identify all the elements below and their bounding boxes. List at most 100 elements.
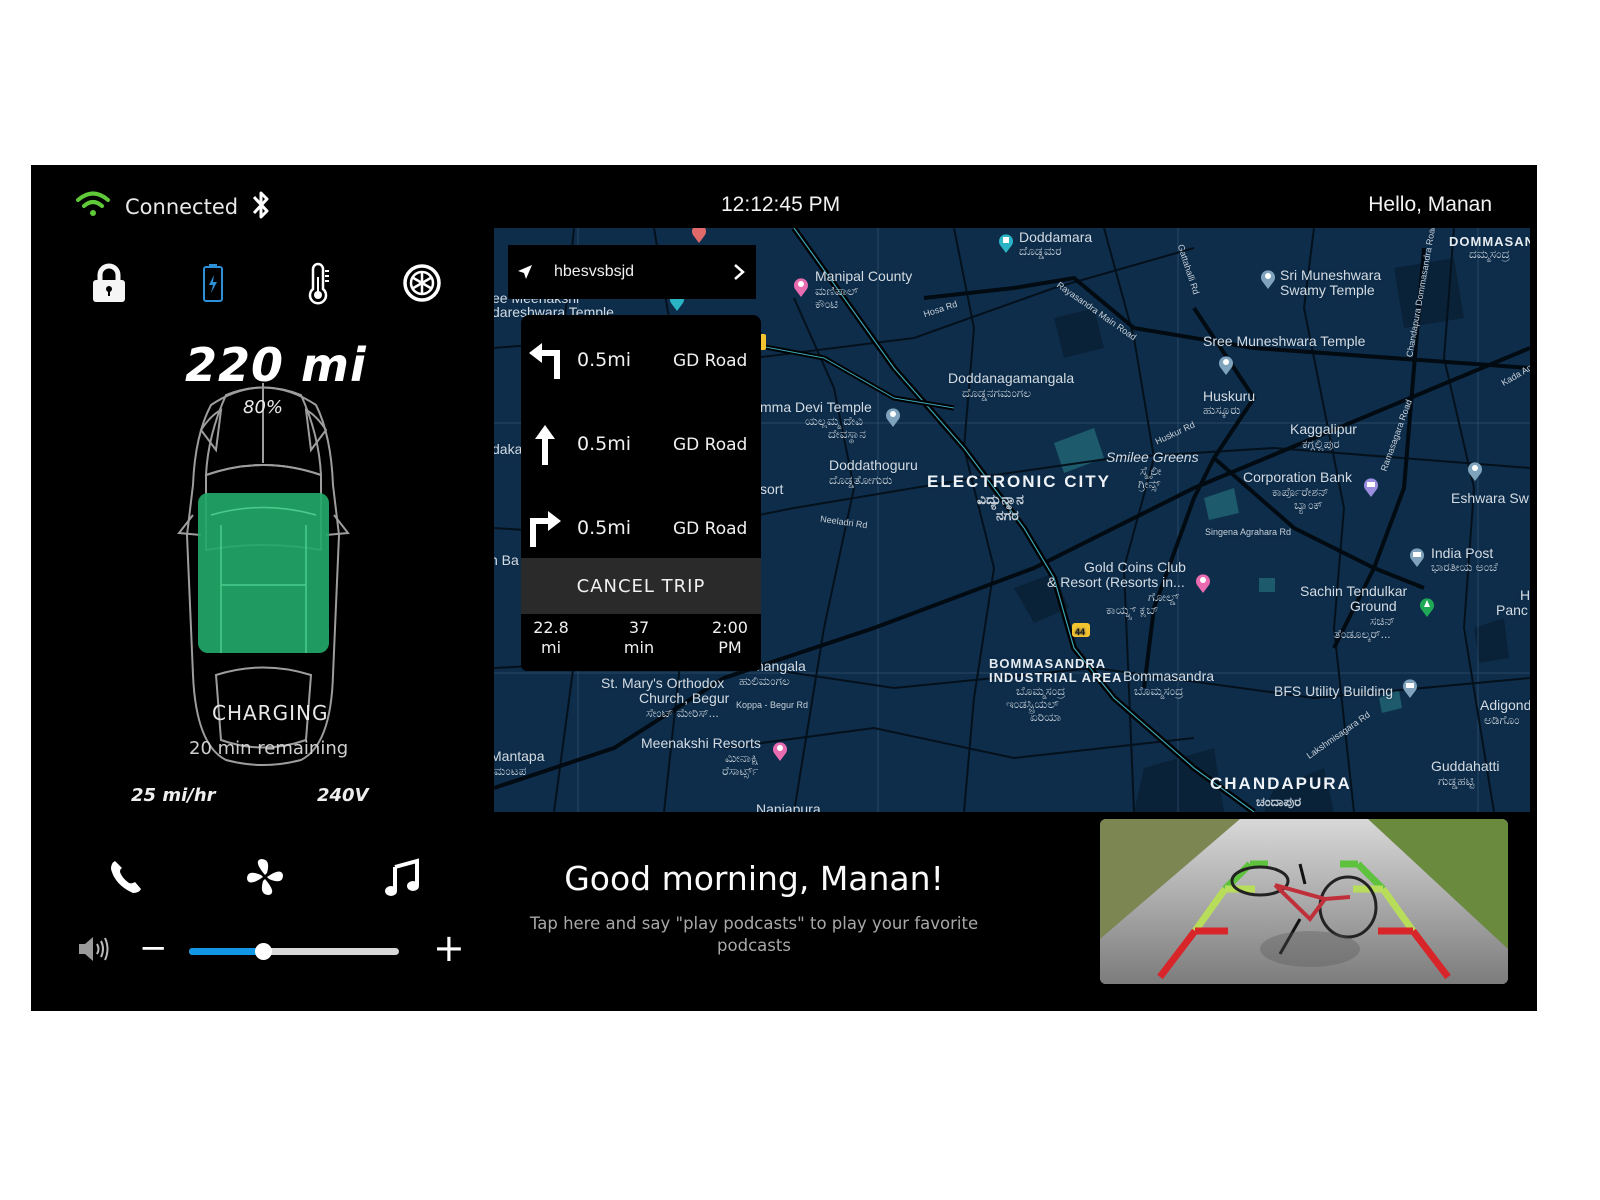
trip-duration: 37 min bbox=[609, 618, 669, 658]
trip-eta: 2:00 PM bbox=[700, 618, 760, 658]
music-button[interactable] bbox=[381, 855, 425, 899]
charge-time-remaining: 20 min remaining bbox=[189, 738, 349, 759]
resort-pin-icon[interactable] bbox=[771, 740, 789, 762]
road-label: Koppa - Begur Rd bbox=[736, 700, 809, 710]
map-label: ಮಂಟಪ bbox=[494, 764, 527, 778]
map-label: ದಮ್ಮಸಂದ್ರ bbox=[1469, 247, 1510, 261]
rear-camera-view[interactable] bbox=[1100, 819, 1508, 984]
bluetooth-icon[interactable] bbox=[250, 189, 272, 221]
lock-button[interactable] bbox=[87, 261, 131, 305]
step-distance: 0.5mi bbox=[577, 349, 632, 371]
map-label: Huskuru bbox=[1203, 388, 1256, 404]
bank-pin-icon[interactable] bbox=[1362, 476, 1380, 498]
map-label: ELECTRONIC CITY bbox=[927, 472, 1111, 491]
temperature-button[interactable] bbox=[296, 261, 340, 305]
step-road: GD Road bbox=[673, 435, 748, 455]
volume-down-button[interactable]: − bbox=[139, 931, 168, 965]
voice-assistant-hint[interactable]: Tap here and say "play podcasts" to play… bbox=[511, 913, 997, 957]
map-label: CHANDAPURA bbox=[1210, 774, 1352, 793]
tire-pressure-button[interactable] bbox=[400, 261, 444, 305]
map-label: ದೊಡ್ಡತೋಗುರು bbox=[829, 473, 893, 487]
charge-rate: 25 mi/hr bbox=[131, 785, 216, 806]
map-label: ಕೌಂಟಿ bbox=[815, 297, 839, 311]
route-step[interactable]: 0.5mi GD Road bbox=[521, 487, 761, 567]
map-label: Sri Muneshwara bbox=[1280, 267, 1382, 283]
route-step[interactable]: 0.5mi GD Road bbox=[521, 403, 761, 483]
fan-icon bbox=[247, 859, 283, 895]
clock: 12:12:45 PM bbox=[721, 193, 841, 216]
map-label: & Resort (Resorts in... bbox=[1047, 574, 1185, 590]
map-label: Doddanagamangala bbox=[948, 370, 1075, 386]
climate-fan-button[interactable] bbox=[243, 855, 287, 899]
map-label: ಕಗ್ಗಲ್ಲಿಪುರ bbox=[1302, 437, 1340, 451]
chevron-right-icon[interactable] bbox=[732, 263, 746, 281]
map-label: Kaggalipur bbox=[1290, 421, 1357, 437]
map-label: Corporation Bank bbox=[1243, 469, 1352, 485]
temple-pin-icon[interactable] bbox=[1259, 268, 1277, 290]
park-pin-icon[interactable] bbox=[1418, 596, 1436, 618]
battery-percent: 80% bbox=[243, 397, 284, 418]
temple-pin-icon[interactable] bbox=[884, 406, 902, 428]
map-label: ಬ್ಯಾಂಕ್ bbox=[1294, 498, 1323, 512]
map-label: ಅಡಿಗೊಂ bbox=[1484, 713, 1520, 727]
step-road: GD Road bbox=[673, 519, 748, 539]
map-label: Sachin Tendulkar bbox=[1300, 583, 1408, 599]
map-label: ಏರಿಯಾ bbox=[1030, 710, 1062, 724]
map-label: ಕಾಯ್ನ್ಸ್ ಕ್ಲಬ್ bbox=[1106, 603, 1159, 617]
temple-pin-icon[interactable] bbox=[1217, 354, 1235, 376]
music-note-icon bbox=[385, 858, 419, 896]
map-label: BFS Utility Building bbox=[1274, 683, 1394, 699]
map-label: ಹುಸ್ಕೂರು bbox=[1203, 403, 1241, 417]
map-label: Manipal County bbox=[815, 268, 913, 284]
map-label: Ground bbox=[1350, 598, 1397, 614]
map-label: BOMMASANDRA bbox=[989, 656, 1107, 671]
map-label: ಭಾರತೀಯ ಅಂಚೆ bbox=[1431, 560, 1498, 574]
destination-name: hbesvsbsjd bbox=[554, 263, 635, 280]
route-step[interactable]: 0.5mi GD Road bbox=[521, 319, 761, 399]
map-label: ದೇವಸ್ಥಾನ bbox=[828, 427, 866, 441]
map-label: Mantapa bbox=[494, 748, 545, 764]
map-label: ಗ್ರೀನ್ಸ್ bbox=[1138, 477, 1161, 491]
battery-button[interactable] bbox=[191, 261, 235, 305]
place-pin-icon[interactable] bbox=[690, 228, 708, 244]
range-readout: 220 mi bbox=[185, 338, 367, 392]
resort-pin-icon[interactable] bbox=[1194, 572, 1212, 594]
map-label: Swamy Temple bbox=[1280, 282, 1375, 298]
post-office-pin-icon[interactable] bbox=[1408, 546, 1426, 568]
attraction-pin-icon[interactable] bbox=[997, 232, 1015, 254]
phone-button[interactable] bbox=[105, 855, 149, 899]
map-label: ಸೇಂಟ್ ಮೇರಿಸ್... bbox=[646, 706, 719, 720]
map-label: mma Devi Temple bbox=[760, 399, 872, 415]
map-label: India Post bbox=[1431, 545, 1494, 561]
destination-bar[interactable]: hbesvsbsjd bbox=[508, 245, 756, 299]
map-label: H bbox=[1520, 587, 1530, 603]
phone-icon bbox=[111, 861, 141, 893]
temple-pin-icon[interactable] bbox=[1466, 460, 1484, 482]
lock-icon bbox=[93, 263, 125, 302]
wifi-icon bbox=[76, 191, 110, 216]
trip-duration-unit: min bbox=[623, 638, 655, 657]
building-pin-icon[interactable] bbox=[1401, 677, 1419, 699]
map-label: Panc bbox=[1496, 602, 1528, 618]
trip-eta-value: 2:00 bbox=[712, 618, 748, 637]
route-panel: 0.5mi GD Road 0.5mi GD Road 0.5mi GD Roa… bbox=[521, 315, 761, 671]
map-label: Nanjapura bbox=[756, 801, 821, 813]
camera-feed bbox=[1100, 819, 1508, 984]
map-label: ಗುಡ್ಡಹಟ್ಟಿ bbox=[1438, 774, 1475, 788]
resort-pin-icon[interactable] bbox=[792, 276, 810, 298]
volume-slider[interactable] bbox=[189, 943, 399, 960]
volume-slider-knob[interactable] bbox=[254, 943, 272, 960]
volume-up-button[interactable]: + bbox=[433, 929, 465, 967]
step-distance: 0.5mi bbox=[577, 517, 632, 539]
road-label: Singena Agrahara Rd bbox=[1205, 527, 1292, 537]
map-label: Doddathoguru bbox=[829, 457, 918, 473]
trip-eta-unit: PM bbox=[718, 638, 742, 657]
map-label: Church, Begur bbox=[639, 690, 730, 706]
battery-charging-icon bbox=[203, 264, 223, 302]
trip-distance-value: 22.8 bbox=[533, 618, 569, 637]
map-label: Sree Muneshwara Temple bbox=[1203, 333, 1366, 349]
map-label: Gold Coins Club bbox=[1084, 559, 1186, 575]
speaker-icon[interactable] bbox=[77, 935, 113, 963]
cancel-trip-button[interactable]: CANCEL TRIP bbox=[521, 558, 761, 614]
map-label: Bommasandra bbox=[1123, 668, 1215, 684]
